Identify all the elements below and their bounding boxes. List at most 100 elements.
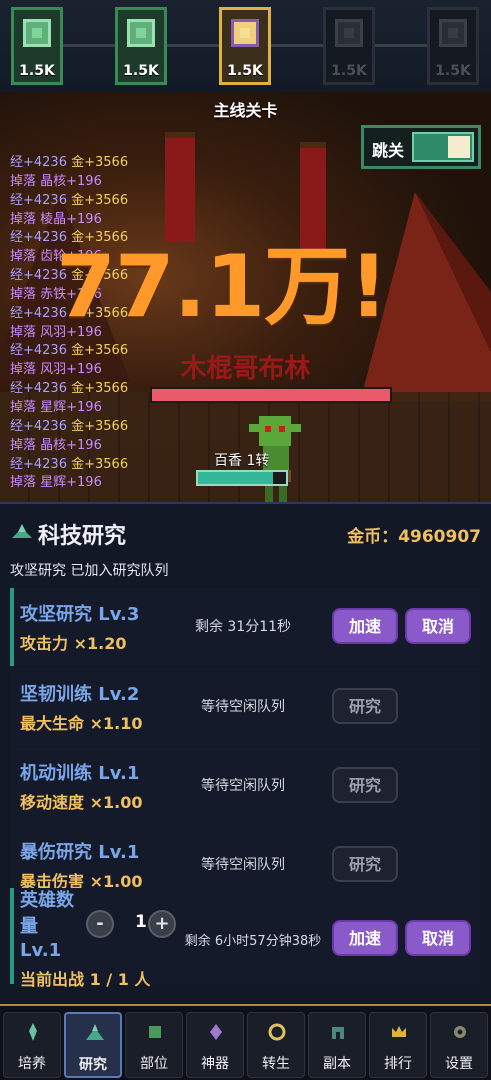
battle-scene: 主线关卡 跳关 经+4236 金+3566 掉落 晶核+196 经+4236 金+3… <box>0 92 491 502</box>
cancel-button[interactable]: 取消 <box>405 920 471 956</box>
nav-label: 设置 <box>445 1056 473 1072</box>
log-drop-row: 掉落 晶核+196 <box>10 173 210 192</box>
stage-current-icon <box>231 19 259 47</box>
log-reward-row: 经+4236 金+3566 <box>10 418 210 437</box>
settings-icon <box>454 1026 466 1038</box>
cultivate-icon <box>29 1023 37 1041</box>
battle-title: 主线关卡 <box>213 101 278 120</box>
stage-progress-bar: 1.5K 1.5K 1.5K 1.5K 1.5K <box>0 0 491 92</box>
stage-node[interactable]: 1.5K <box>115 7 167 85</box>
stage-value: 1.5K <box>331 63 367 79</box>
nav-label: 排行 <box>384 1056 412 1072</box>
nav-label: 培养 <box>18 1056 46 1072</box>
enemy-name: 木棍哥布林 <box>180 354 311 384</box>
research-icon <box>86 1024 104 1040</box>
nav-dungeon[interactable]: 副本 <box>308 1012 366 1078</box>
research-book-icon <box>12 524 32 538</box>
task-effect: 攻击力 ×1.20 <box>20 634 127 653</box>
research-button[interactable]: 研究 <box>332 846 398 882</box>
hero-hp-bar <box>196 470 288 486</box>
speedup-button[interactable]: 加速 <box>332 920 398 956</box>
stage-value: 1.5K <box>435 63 471 79</box>
skip-stage-control[interactable]: 跳关 <box>361 125 481 169</box>
log-drop: 掉落 星辉+196 <box>10 399 102 415</box>
hero-hp-fill <box>198 472 273 484</box>
dungeon-icon <box>332 1027 344 1039</box>
log-exp: 经+4236 <box>10 155 67 170</box>
enemy-hp-bar <box>150 387 392 403</box>
nav-label: 副本 <box>323 1056 351 1072</box>
nav-equipment[interactable]: 部位 <box>125 1012 183 1078</box>
nav-label: 研究 <box>79 1057 107 1073</box>
task-name: 暴伤研究 Lv.1 <box>20 842 140 863</box>
log-gold: 金+3566 <box>71 418 129 434</box>
hero-count-value: 1 <box>135 912 147 932</box>
artifact-icon <box>210 1024 222 1040</box>
task-status: 等待空闲队列 <box>201 857 285 873</box>
research-task: 机动训练 Lv.1 移动速度 ×1.00 等待空闲队列 研究 <box>10 747 480 825</box>
log-drop-row: 掉落 星辉+196 <box>10 474 210 493</box>
stage-node-current[interactable]: 1.5K <box>219 7 271 85</box>
nav-artifact[interactable]: 神器 <box>186 1012 244 1078</box>
speedup-button[interactable]: 加速 <box>332 608 398 644</box>
task-status: 等待空闲队列 <box>201 778 285 794</box>
task-level: Lv.1 <box>20 940 62 961</box>
research-notice: 攻坚研究 已加入研究队列 <box>10 563 169 579</box>
active-indicator <box>10 588 14 666</box>
skip-toggle[interactable] <box>412 132 474 162</box>
increment-button[interactable]: + <box>148 910 176 938</box>
panel-title: 科技研究 <box>38 524 127 549</box>
task-status: 剩余 31分11秒 <box>194 619 292 635</box>
log-reward-row: 经+4236 金+3566 <box>10 154 210 173</box>
gold-display: 金币：4960907 <box>347 522 481 547</box>
hero-name: 百香 1转 <box>214 453 270 469</box>
hero-count-task: 英雄数 量 Lv.1 - 1 + 剩余 6小时57分钟38秒 加速 取消 当前出… <box>10 888 480 989</box>
task-name: 坚韧训练 Lv.2 <box>20 684 140 705</box>
log-drop-row: 掉落 晶核+196 <box>10 437 210 456</box>
stage-link <box>167 44 219 47</box>
toggle-knob <box>448 136 470 158</box>
nav-ranking[interactable]: 排行 <box>369 1012 427 1078</box>
task-name-line: 英雄数 <box>20 890 74 911</box>
task-name: 机动训练 Lv.1 <box>20 763 140 784</box>
nav-label: 部位 <box>140 1056 168 1072</box>
nav-label: 神器 <box>201 1056 229 1072</box>
stage-value: 1.5K <box>227 63 263 79</box>
skip-label: 跳关 <box>372 141 405 160</box>
equipment-icon <box>149 1026 161 1038</box>
log-drop: 掉落 晶核+196 <box>10 173 102 189</box>
stage-value: 1.5K <box>19 63 55 79</box>
nav-cultivate[interactable]: 培养 <box>3 1012 61 1078</box>
log-reward-row: 经+4236 金+3566 <box>10 456 210 475</box>
research-button[interactable]: 研究 <box>332 688 398 724</box>
log-exp: 经+4236 <box>10 418 67 434</box>
research-button[interactable]: 研究 <box>332 767 398 803</box>
stage-node-locked[interactable]: 1.5K <box>323 7 375 85</box>
stage-cleared-icon <box>127 19 155 47</box>
gold-label: 金币： <box>347 527 399 547</box>
log-exp: 经+4236 <box>10 192 67 208</box>
stage-node-locked[interactable]: 1.5K <box>427 7 479 85</box>
task-status: 等待空闲队列 <box>201 699 285 715</box>
log-drop: 掉落 晶核+196 <box>10 437 102 453</box>
nav-label: 转生 <box>262 1056 290 1072</box>
task-effect: 最大生命 ×1.10 <box>20 714 143 733</box>
nav-research[interactable]: 研究 <box>64 1012 122 1078</box>
nav-rebirth[interactable]: 转生 <box>247 1012 305 1078</box>
stage-value: 1.5K <box>123 63 159 79</box>
task-status: 剩余 6小时57分钟38秒 <box>184 934 322 949</box>
damage-number: 77.1万! <box>56 237 388 337</box>
task-effect: 移动速度 ×1.00 <box>20 793 143 812</box>
ranking-icon <box>392 1026 406 1037</box>
log-gold: 金+3566 <box>71 456 129 472</box>
log-exp: 经+4236 <box>10 456 67 472</box>
decrement-button[interactable]: - <box>86 910 114 938</box>
cancel-button[interactable]: 取消 <box>405 608 471 644</box>
research-panel: 科技研究 金币：4960907 攻坚研究 已加入研究队列 攻坚研究 Lv.3 攻… <box>0 502 491 1004</box>
nav-settings[interactable]: 设置 <box>430 1012 488 1078</box>
stage-node[interactable]: 1.5K <box>11 7 63 85</box>
log-gold: 金+3566 <box>71 155 129 170</box>
gold-value: 4960907 <box>398 527 481 547</box>
deploy-count: 当前出战 1 / 1 人 <box>20 970 151 989</box>
log-drop: 掉落 星辉+196 <box>10 475 102 491</box>
